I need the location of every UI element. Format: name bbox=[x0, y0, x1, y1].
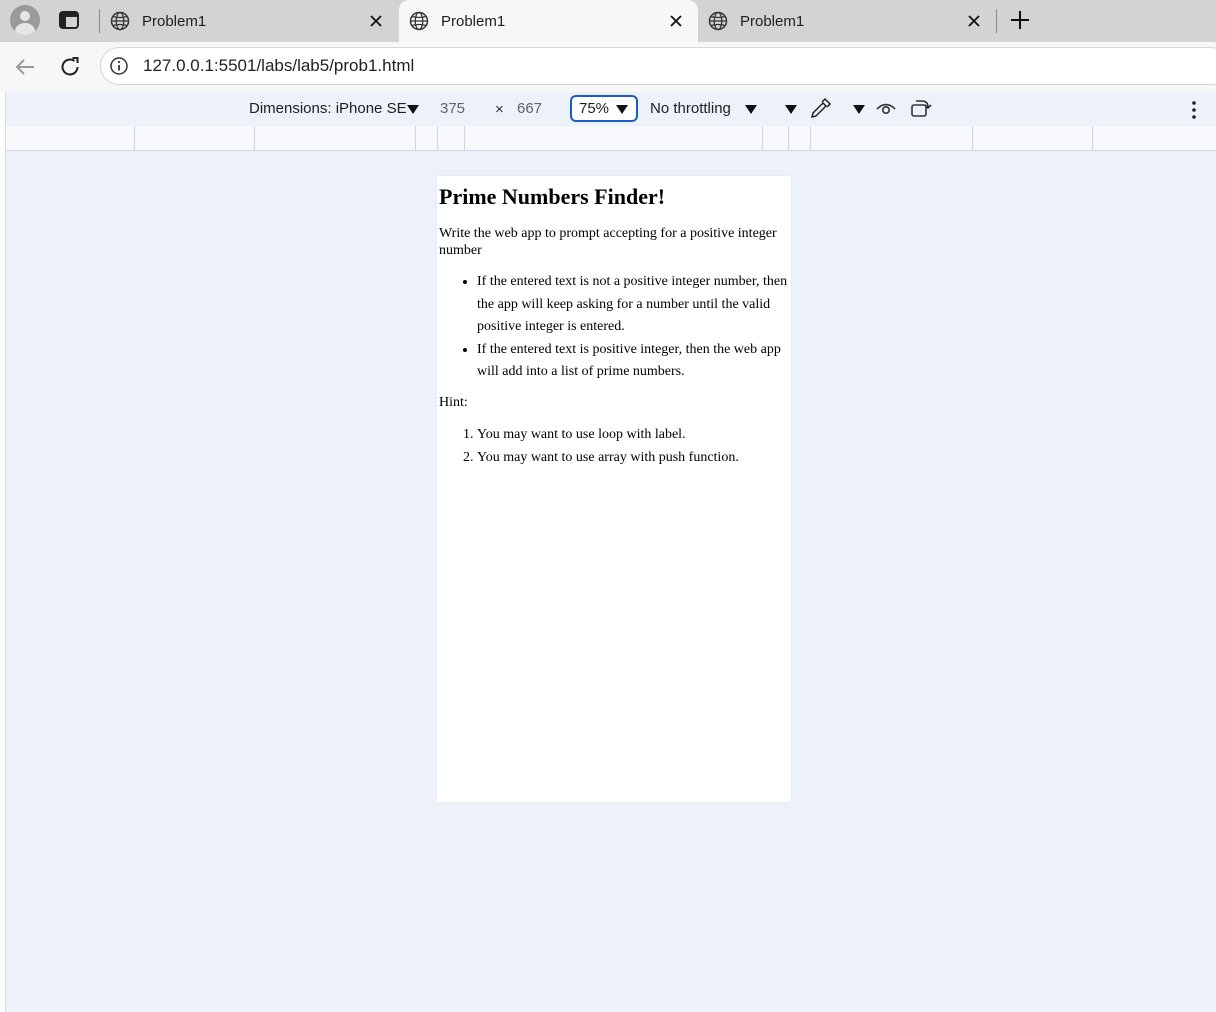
address-bar[interactable]: 127.0.0.1:5501/labs/lab5/prob1.html bbox=[100, 47, 1216, 85]
tab-title: Problem1 bbox=[142, 12, 207, 30]
eyedropper-icon[interactable] bbox=[808, 97, 832, 121]
zoom-value: 75% bbox=[579, 100, 610, 117]
caret-down-icon[interactable] bbox=[407, 105, 419, 114]
device-toolbar: Dimensions: iPhone SE 375 × 667 75% No t… bbox=[6, 92, 1216, 126]
throttling-select[interactable]: No throttling bbox=[650, 100, 731, 117]
device-emulation-area: Dimensions: iPhone SE 375 × 667 75% No t… bbox=[5, 92, 1216, 1012]
list-item: If the entered text is not a positive in… bbox=[477, 271, 789, 339]
page-description: Write the web app to prompt accepting fo… bbox=[439, 226, 777, 258]
globe-icon bbox=[110, 11, 130, 31]
tab-title: Problem1 bbox=[441, 12, 506, 30]
info-icon[interactable] bbox=[109, 56, 129, 76]
hints-list: You may want to use loop with label. You… bbox=[477, 424, 789, 469]
caret-down-icon[interactable] bbox=[745, 105, 757, 114]
avatar-icon[interactable] bbox=[10, 5, 40, 35]
times-label: × bbox=[495, 101, 504, 118]
eye-icon[interactable] bbox=[875, 98, 897, 120]
caret-down-icon[interactable] bbox=[785, 105, 797, 114]
tab-1[interactable]: Problem1 bbox=[100, 0, 398, 42]
caret-down-icon[interactable] bbox=[616, 105, 628, 114]
close-icon[interactable] bbox=[368, 13, 384, 29]
hint-label: Hint: bbox=[439, 395, 468, 410]
caret-down-icon[interactable] bbox=[853, 105, 865, 114]
tab-actions-icon[interactable] bbox=[58, 9, 80, 31]
requirements-list: If the entered text is not a positive in… bbox=[477, 271, 789, 384]
dimensions-select[interactable]: Dimensions: iPhone SE bbox=[249, 100, 407, 117]
new-tab-icon[interactable] bbox=[1008, 8, 1032, 32]
tab-2-active[interactable]: Problem1 bbox=[399, 0, 698, 42]
reload-icon[interactable] bbox=[58, 55, 82, 79]
tab-separator bbox=[996, 9, 997, 33]
emulated-viewport: Prime Numbers Finder! Write the web app … bbox=[437, 176, 791, 802]
url-text: 127.0.0.1:5501/labs/lab5/prob1.html bbox=[143, 56, 415, 75]
width-input[interactable]: 375 bbox=[440, 100, 465, 117]
height-input[interactable]: 667 bbox=[517, 100, 542, 117]
globe-icon bbox=[409, 11, 429, 31]
tab-strip: Problem1 Problem1 Problem1 bbox=[0, 0, 1216, 42]
globe-icon bbox=[708, 11, 728, 31]
tab-3[interactable]: Problem1 bbox=[698, 0, 996, 42]
rotate-icon[interactable] bbox=[910, 98, 934, 120]
close-icon[interactable] bbox=[668, 13, 684, 29]
page-title: Prime Numbers Finder! bbox=[439, 184, 666, 209]
list-item: You may want to use array with push func… bbox=[477, 447, 789, 470]
more-vertical-icon[interactable] bbox=[1185, 100, 1203, 120]
tab-title: Problem1 bbox=[740, 12, 805, 30]
back-icon[interactable] bbox=[13, 55, 37, 79]
close-icon[interactable] bbox=[966, 13, 982, 29]
media-query-ruler[interactable] bbox=[6, 126, 1216, 151]
list-item: You may want to use loop with label. bbox=[477, 424, 789, 447]
browser-toolbar: 127.0.0.1:5501/labs/lab5/prob1.html bbox=[0, 42, 1216, 92]
list-item: If the entered text is positive integer,… bbox=[477, 339, 789, 384]
